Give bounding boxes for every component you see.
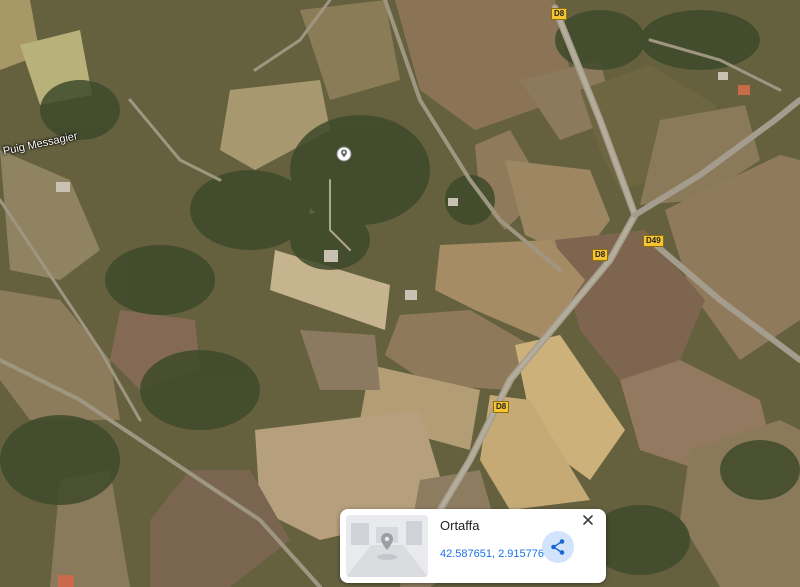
place-info-card[interactable]: Ortaffa 42.587651, 2.915776: [340, 509, 606, 583]
close-icon: [583, 515, 593, 525]
street-view-icon: [346, 515, 428, 577]
road-badge-d8: D8: [493, 401, 510, 413]
share-button[interactable]: [542, 531, 574, 563]
place-coordinates[interactable]: 42.587651, 2.915776: [440, 548, 544, 560]
close-button[interactable]: [580, 512, 596, 528]
road-badge-d8: D8: [592, 249, 609, 261]
location-pin-icon[interactable]: [336, 146, 352, 162]
share-icon: [551, 539, 565, 555]
street-view-thumbnail[interactable]: [346, 515, 428, 577]
road-badge-d49: D49: [643, 235, 664, 247]
satellite-map[interactable]: [0, 0, 800, 587]
road-badge-d8: D8: [551, 8, 568, 20]
place-title: Ortaffa: [440, 518, 480, 533]
